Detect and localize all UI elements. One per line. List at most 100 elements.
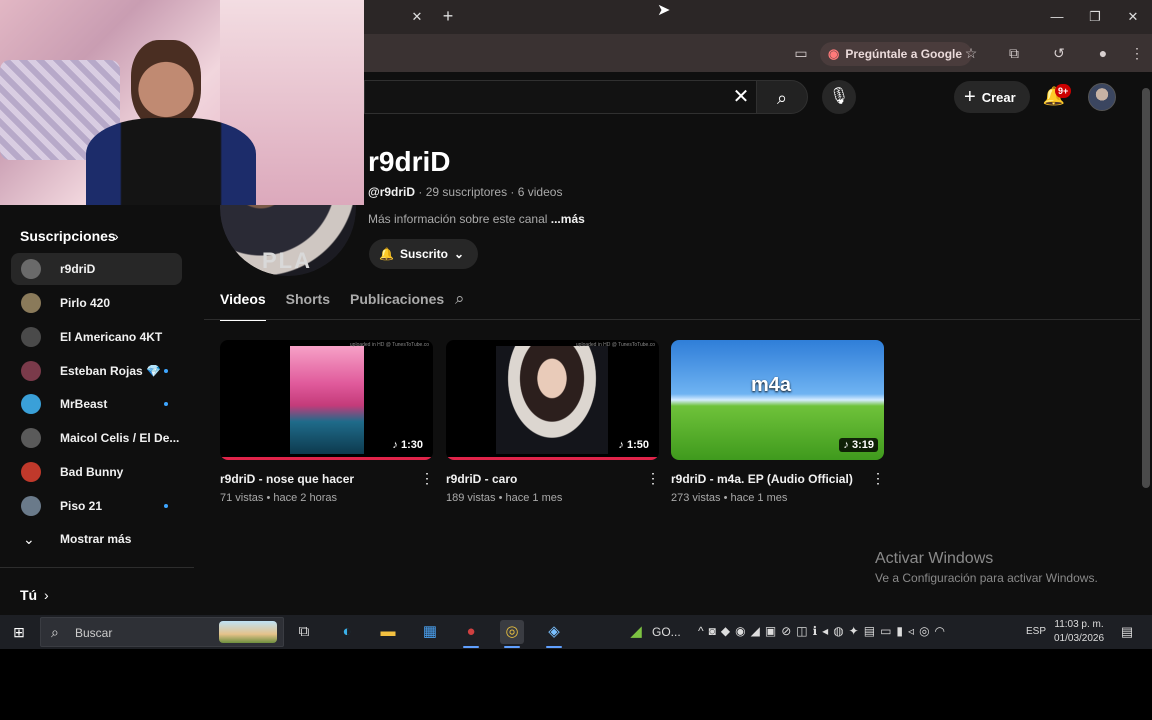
sidebar-item-bad-bunny[interactable]: Bad Bunny <box>11 456 182 488</box>
channel-avatar <box>21 428 41 448</box>
voice-search-button[interactable]: 🎙 <box>822 80 856 114</box>
thumbnail-watermark: uploaded in HD @ TunesToTube.co <box>349 342 429 348</box>
sidebar-item-label: El Americano 4KT <box>60 330 163 344</box>
tray-app-icon[interactable]: ◉ <box>735 624 745 638</box>
channel-more-info[interactable]: Más información sobre este canal ...más <box>368 212 585 226</box>
sidebar-item-pirlo-420[interactable]: Pirlo 420 <box>11 287 182 319</box>
tab-publicaciones[interactable]: Publicaciones <box>350 289 444 321</box>
watch-progress-bar <box>220 457 433 460</box>
nvidia-icon[interactable]: ◢ <box>624 620 648 644</box>
video-thumbnail[interactable]: uploaded in HD @ TunesToTube.co ♪ 1:30 <box>220 340 433 460</box>
activate-windows-title: Activar Windows <box>875 550 994 567</box>
tab-videos[interactable]: Videos <box>220 289 266 321</box>
sidebar-divider <box>0 567 194 568</box>
channel-more-link[interactable]: ...más <box>551 212 585 226</box>
channel-search-icon[interactable]: ⌕ <box>455 289 477 311</box>
app-icon[interactable]: ◈ <box>542 620 566 648</box>
edge-icon[interactable]: ◐ <box>335 620 359 644</box>
network-icon[interactable]: ▭ <box>880 624 891 638</box>
clear-search-icon[interactable]: ✕ <box>728 84 754 110</box>
windows-taskbar: ⊞ ⌕ Buscar ⧉ ◐ ▬ ▦ ● ◎ ◈ ◢ GO... ^ ◙ ◆ ◉… <box>0 615 1152 649</box>
profile-icon[interactable]: ● <box>1092 42 1114 64</box>
bookmark-star-icon[interactable]: ☆ <box>960 42 982 64</box>
channel-avatar <box>21 293 41 313</box>
search-input[interactable] <box>364 80 756 114</box>
channel-stats: · 29 suscriptores · 6 videos <box>415 185 563 199</box>
new-content-dot <box>164 402 168 406</box>
tray-app-icon[interactable]: ◫ <box>796 624 807 638</box>
task-view-icon[interactable]: ⧉ <box>292 620 316 644</box>
tray-app-icon[interactable]: ◂ <box>822 624 828 638</box>
show-more-button[interactable]: ⌄ Mostrar más <box>11 523 182 555</box>
close-window-button[interactable]: ✕ <box>1118 6 1148 28</box>
cast-icon[interactable]: ▭ <box>790 42 812 64</box>
sidebar-item-esteban-rojas[interactable]: Esteban Rojas 💎 <box>11 355 182 387</box>
create-button[interactable]: + Crear <box>954 81 1030 113</box>
video-thumbnail[interactable]: uploaded in HD @ TunesToTube.co ♪ 1:50 <box>446 340 659 460</box>
taskbar-app-label[interactable]: GO... <box>652 625 681 639</box>
video-menu-icon[interactable]: ⋮ <box>646 470 660 487</box>
tray-app-icon[interactable]: ◎ <box>919 624 929 638</box>
subscribed-button[interactable]: 🔔 Suscrito ⌄ <box>369 239 479 269</box>
sidebar-item-mrbeast[interactable]: MrBeast <box>11 388 182 420</box>
video-title[interactable]: r9driD - m4a. EP (Audio Official) <box>671 472 885 486</box>
tray-app-icon[interactable]: ✦ <box>849 624 859 638</box>
taskbar-clock[interactable]: 11:03 p. m. 01/03/2026 <box>1054 618 1104 646</box>
discord-icon[interactable]: ◙ <box>709 624 716 638</box>
video-title[interactable]: r9driD - nose que hacer <box>220 472 434 486</box>
sidebar-item-r9drid[interactable]: r9driD <box>11 253 182 285</box>
restore-button[interactable]: ❐ <box>1080 6 1110 28</box>
wifi-icon[interactable]: ◠ <box>935 624 945 638</box>
ask-google-button[interactable]: ◉ Pregúntale a Google <box>820 42 973 66</box>
chevron-right-icon[interactable]: › <box>114 228 119 244</box>
windows-start-icon[interactable]: ⊞ <box>10 623 28 641</box>
video-duration: ♪ 1:50 <box>614 438 653 452</box>
video-title[interactable]: r9driD - caro <box>446 472 660 486</box>
extensions-icon[interactable]: ⧉ <box>1003 42 1025 64</box>
page-scrollbar[interactable] <box>1142 88 1150 488</box>
tray-app-icon[interactable]: ⊘ <box>781 624 791 638</box>
video-menu-icon[interactable]: ⋮ <box>420 470 434 487</box>
browser-menu-icon[interactable]: ⋮ <box>1126 42 1148 64</box>
channel-avatar: PLA <box>220 204 356 276</box>
tray-app-icon[interactable]: ▣ <box>765 624 776 638</box>
sidebar-item-el-americano[interactable]: El Americano 4KT <box>11 321 182 353</box>
video-card[interactable]: uploaded in HD @ TunesToTube.co ♪ 1:50 r… <box>446 340 660 504</box>
video-menu-icon[interactable]: ⋮ <box>871 470 885 487</box>
channel-avatar <box>21 394 41 414</box>
tab-close-icon[interactable]: ✕ <box>408 8 426 26</box>
video-thumbnail[interactable]: m4a ♪ 3:19 <box>671 340 884 460</box>
bell-icon: 🔔 <box>379 247 394 261</box>
video-card[interactable]: m4a ♪ 3:19 r9driD - m4a. EP (Audio Offic… <box>671 340 885 504</box>
chevron-right-icon[interactable]: › <box>44 587 49 603</box>
chrome-icon[interactable]: ◎ <box>500 620 524 648</box>
chevron-up-icon[interactable]: ^ <box>698 624 704 638</box>
new-tab-button[interactable]: + <box>438 6 458 26</box>
minimize-button[interactable]: — <box>1042 6 1072 28</box>
mouse-cursor-icon: ➤ <box>657 2 671 19</box>
notification-center-icon[interactable]: ▤ <box>1118 624 1136 640</box>
steam-icon[interactable]: ◍ <box>833 624 843 638</box>
store-icon[interactable]: ▦ <box>418 620 442 644</box>
tray-app-icon[interactable]: ▤ <box>864 624 875 638</box>
video-card[interactable]: uploaded in HD @ TunesToTube.co ♪ 1:30 r… <box>220 340 434 504</box>
file-explorer-icon[interactable]: ▬ <box>376 620 400 644</box>
volume-icon[interactable]: ◃ <box>908 624 914 638</box>
tray-app-icon[interactable]: ◆ <box>721 624 730 638</box>
microphone-icon[interactable]: ▮ <box>896 624 903 638</box>
you-heading[interactable]: Tú <box>20 587 37 603</box>
tab-shorts[interactable]: Shorts <box>286 289 330 321</box>
app-icon[interactable]: ● <box>459 620 483 648</box>
sidebar-item-maicol-celis[interactable]: Maicol Celis / El De... <box>11 422 182 454</box>
thumbnail-watermark: uploaded in HD @ TunesToTube.co <box>575 342 655 348</box>
tray-app-icon[interactable]: ◢ <box>751 624 760 638</box>
create-label: Crear <box>981 89 1016 105</box>
language-indicator[interactable]: ESP <box>1026 626 1046 637</box>
tray-app-icon[interactable]: ℹ <box>813 624 818 638</box>
taskbar-search-input[interactable]: ⌕ Buscar <box>40 617 284 647</box>
subscriptions-heading[interactable]: Suscripciones <box>20 228 116 244</box>
search-button[interactable]: ⌕ <box>756 80 808 114</box>
account-avatar[interactable] <box>1088 83 1116 111</box>
sidebar-item-piso-21[interactable]: Piso 21 <box>11 490 182 522</box>
history-icon[interactable]: ↺ <box>1048 42 1070 64</box>
